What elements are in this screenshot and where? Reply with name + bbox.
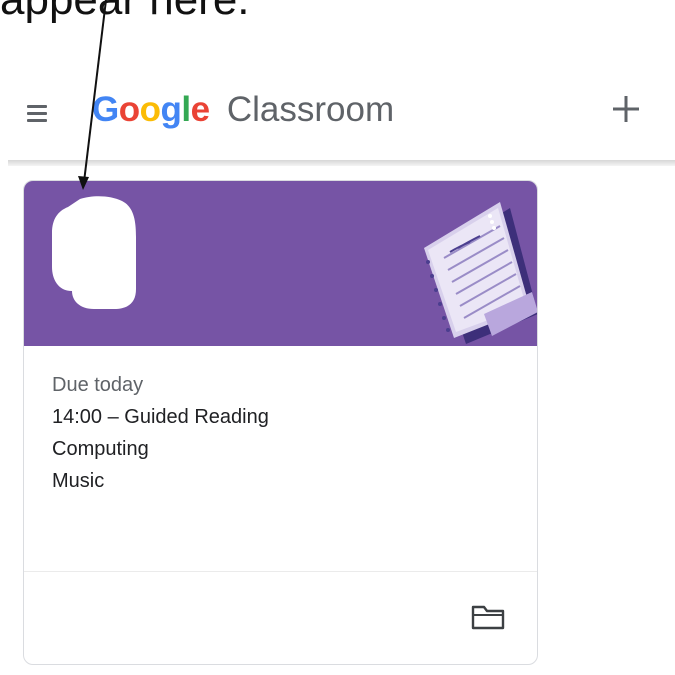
assignment-link[interactable]: Music — [52, 465, 269, 497]
app-bar-divider — [8, 160, 675, 166]
annotation-text: appear here. — [0, 0, 250, 24]
google-classroom-logo[interactable]: Google Classroom — [92, 90, 394, 130]
class-card-footer — [24, 571, 537, 664]
logo-letter: o — [118, 90, 140, 129]
annotation-caption: appear here. — [0, 0, 250, 26]
plus-icon[interactable] — [606, 89, 646, 129]
assignment-link[interactable]: 14:00 – Guided Reading — [52, 401, 269, 433]
logo-letter: g — [160, 90, 182, 129]
due-label: Due today — [52, 374, 144, 396]
logo-letter: o — [139, 90, 161, 129]
notebook-illustration — [424, 202, 537, 344]
logo-letter: l — [181, 90, 191, 129]
product-name: Classroom — [226, 90, 395, 129]
class-card[interactable]: Due today 14:00 – Guided Reading Computi… — [23, 180, 538, 665]
hamburger-menu-icon[interactable] — [27, 105, 47, 123]
folder-icon[interactable] — [471, 604, 505, 630]
class-card-header[interactable] — [24, 181, 537, 346]
assignment-link[interactable]: Computing — [52, 433, 269, 465]
google-wordmark: Google — [92, 90, 219, 129]
class-card-body: Due today 14:00 – Guided Reading Computi… — [52, 369, 269, 497]
top-app-bar: Google Classroom — [0, 72, 675, 160]
logo-letter: G — [92, 90, 119, 129]
logo-letter: e — [190, 90, 210, 129]
redacted-class-name — [52, 196, 136, 309]
